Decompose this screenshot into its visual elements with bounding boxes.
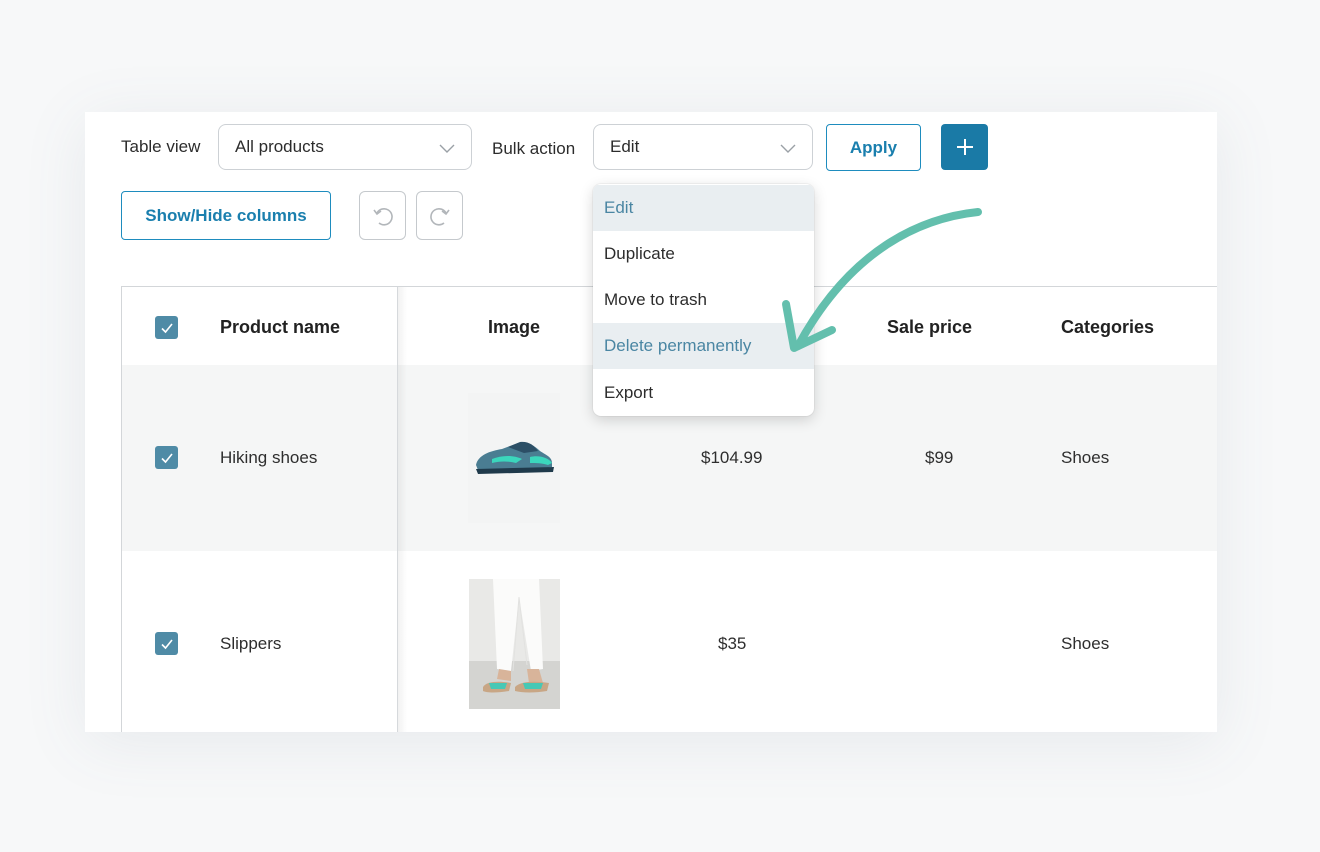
bulk-action-value: Edit [610,137,640,156]
product-category[interactable]: Shoes [1061,634,1109,654]
add-product-button[interactable] [941,124,988,170]
table-view-label: Table view [121,137,201,156]
column-header-image[interactable]: Image [488,317,540,338]
sticky-column-shadow [397,287,407,732]
plus-icon [956,139,973,155]
redo-icon [429,207,450,226]
bulk-action-label: Bulk action [492,139,576,158]
table-row[interactable]: Slippers $35 Shoes [122,551,1217,732]
row-checkbox[interactable] [155,446,178,469]
chevron-down-icon [439,144,455,153]
chevron-down-icon [780,144,796,153]
slippers-image[interactable] [469,579,560,709]
product-price[interactable]: $35 [718,634,746,654]
undo-icon [372,207,393,226]
apply-button[interactable]: Apply [826,124,921,171]
row-checkbox[interactable] [155,632,178,655]
pointer-arrow-icon [782,208,982,352]
column-header-product-name[interactable]: Product name [220,317,340,338]
product-name[interactable]: Hiking shoes [220,448,317,468]
check-icon [160,452,173,463]
product-category[interactable]: Shoes [1061,448,1109,468]
bulk-action-select[interactable]: Edit [593,124,813,170]
product-price[interactable]: $104.99 [701,448,762,468]
show-hide-columns-button[interactable]: Show/Hide columns [121,191,331,240]
product-sale-price[interactable]: $99 [925,448,953,468]
redo-button[interactable] [416,191,463,240]
undo-button[interactable] [359,191,406,240]
product-name[interactable]: Slippers [220,634,281,654]
table-view-select[interactable]: All products [218,124,472,170]
select-all-checkbox[interactable] [155,316,178,339]
table-view-value: All products [235,137,324,156]
menu-item-export[interactable]: Export [593,370,814,416]
check-icon [160,638,173,649]
column-header-categories[interactable]: Categories [1061,317,1154,338]
check-icon [160,322,173,333]
hiking-shoe-image[interactable] [468,393,560,523]
